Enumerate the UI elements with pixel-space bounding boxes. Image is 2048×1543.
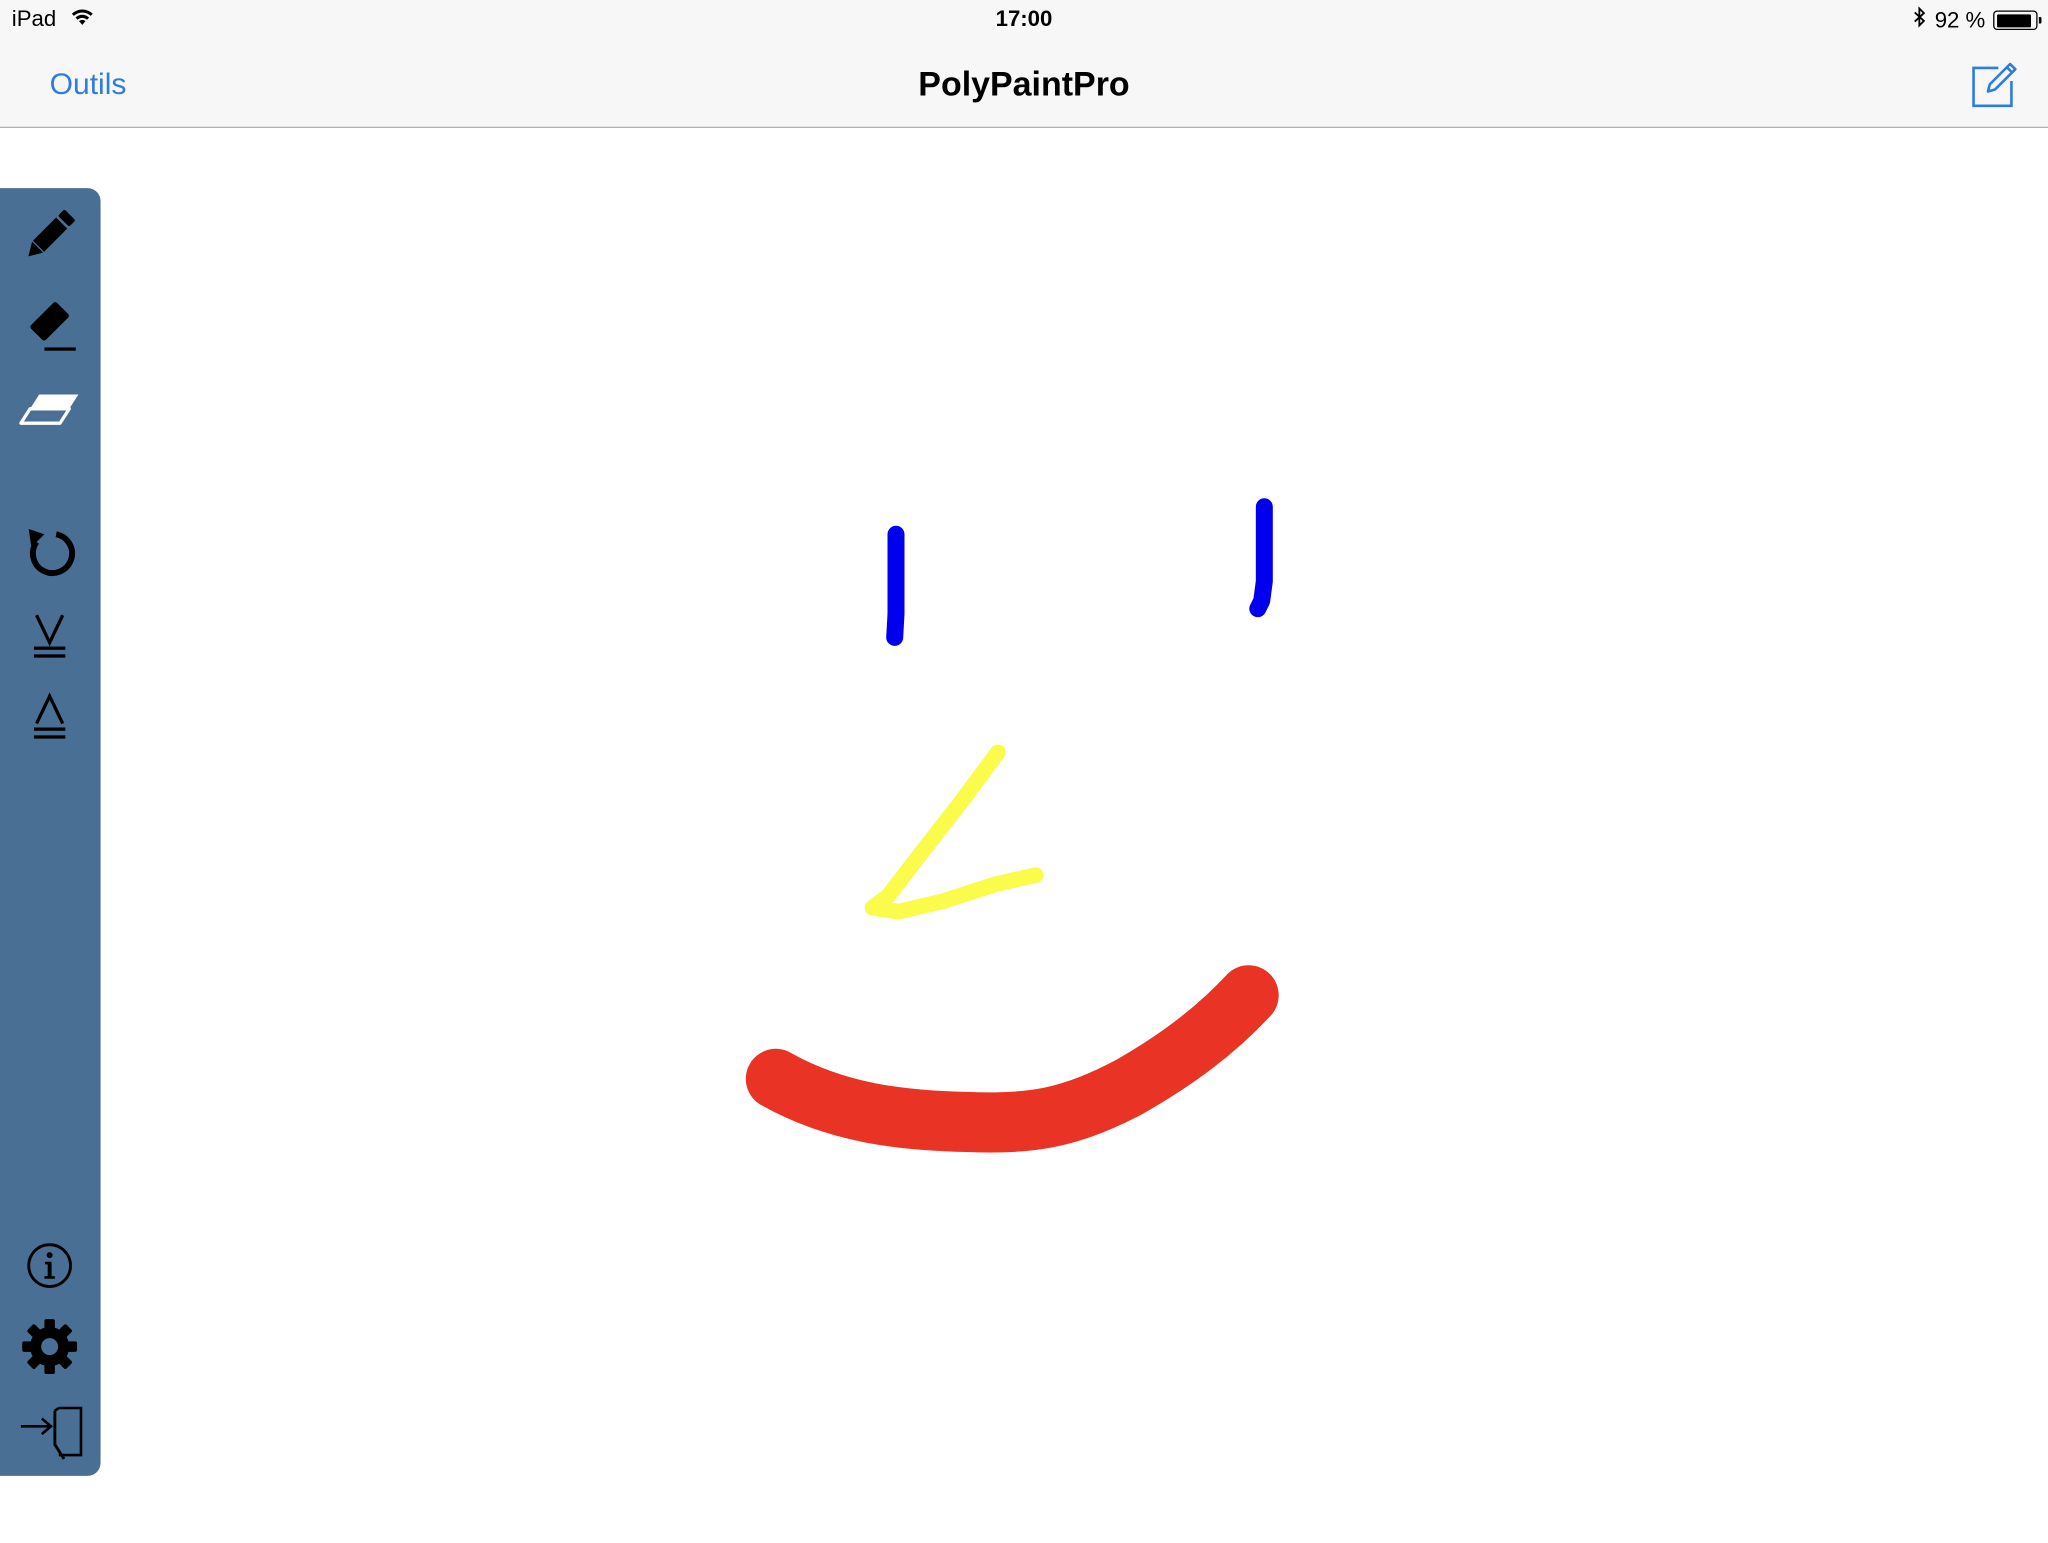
stroke-eraser-icon [30, 302, 76, 351]
pencil-tool[interactable] [13, 199, 86, 272]
stack-up-icon [33, 692, 66, 739]
info-icon [27, 1243, 72, 1288]
undo-tool[interactable] [13, 515, 86, 588]
toolbar [0, 188, 101, 1476]
gear-icon [22, 1319, 78, 1375]
undo-icon [28, 528, 75, 576]
battery-percent: 92 % [1934, 7, 1986, 32]
compose-icon [1972, 62, 2017, 108]
bluetooth-icon [1914, 6, 1927, 34]
navigation-bar: Outils PolyPaintPro [0, 39, 2048, 128]
eraser-icon [19, 394, 79, 425]
drawing-canvas[interactable] [101, 128, 2048, 1536]
status-right: 92 % [1914, 6, 2042, 34]
point-eraser-tool[interactable] [13, 374, 86, 447]
status-time: 17:00 [995, 6, 1053, 32]
status-bar: iPad 17:00 92 % [0, 0, 2048, 40]
stack-down-tool[interactable] [13, 598, 86, 671]
compose-button[interactable] [1970, 60, 2020, 110]
stack-down-icon [33, 614, 66, 658]
mouth-stroke[interactable] [745, 965, 1279, 1153]
left-eye-stroke[interactable] [886, 525, 905, 646]
battery-level [1996, 13, 2031, 27]
battery-icon [1993, 10, 2042, 31]
right-eye-stroke[interactable] [1249, 498, 1273, 618]
exit-icon [20, 1406, 83, 1460]
exit-tool[interactable] [13, 1395, 86, 1468]
page-title: PolyPaintPro [918, 63, 1130, 104]
nose-stroke[interactable] [864, 744, 1044, 920]
stack-up-tool[interactable] [13, 679, 86, 752]
screen: iPad 17:00 92 % Outils PolyPaintPro [0, 0, 2048, 1536]
stroke-eraser-tool[interactable] [13, 287, 86, 360]
info-tool[interactable] [13, 1229, 86, 1302]
settings-tool[interactable] [13, 1310, 86, 1383]
pencil-icon [28, 210, 75, 257]
